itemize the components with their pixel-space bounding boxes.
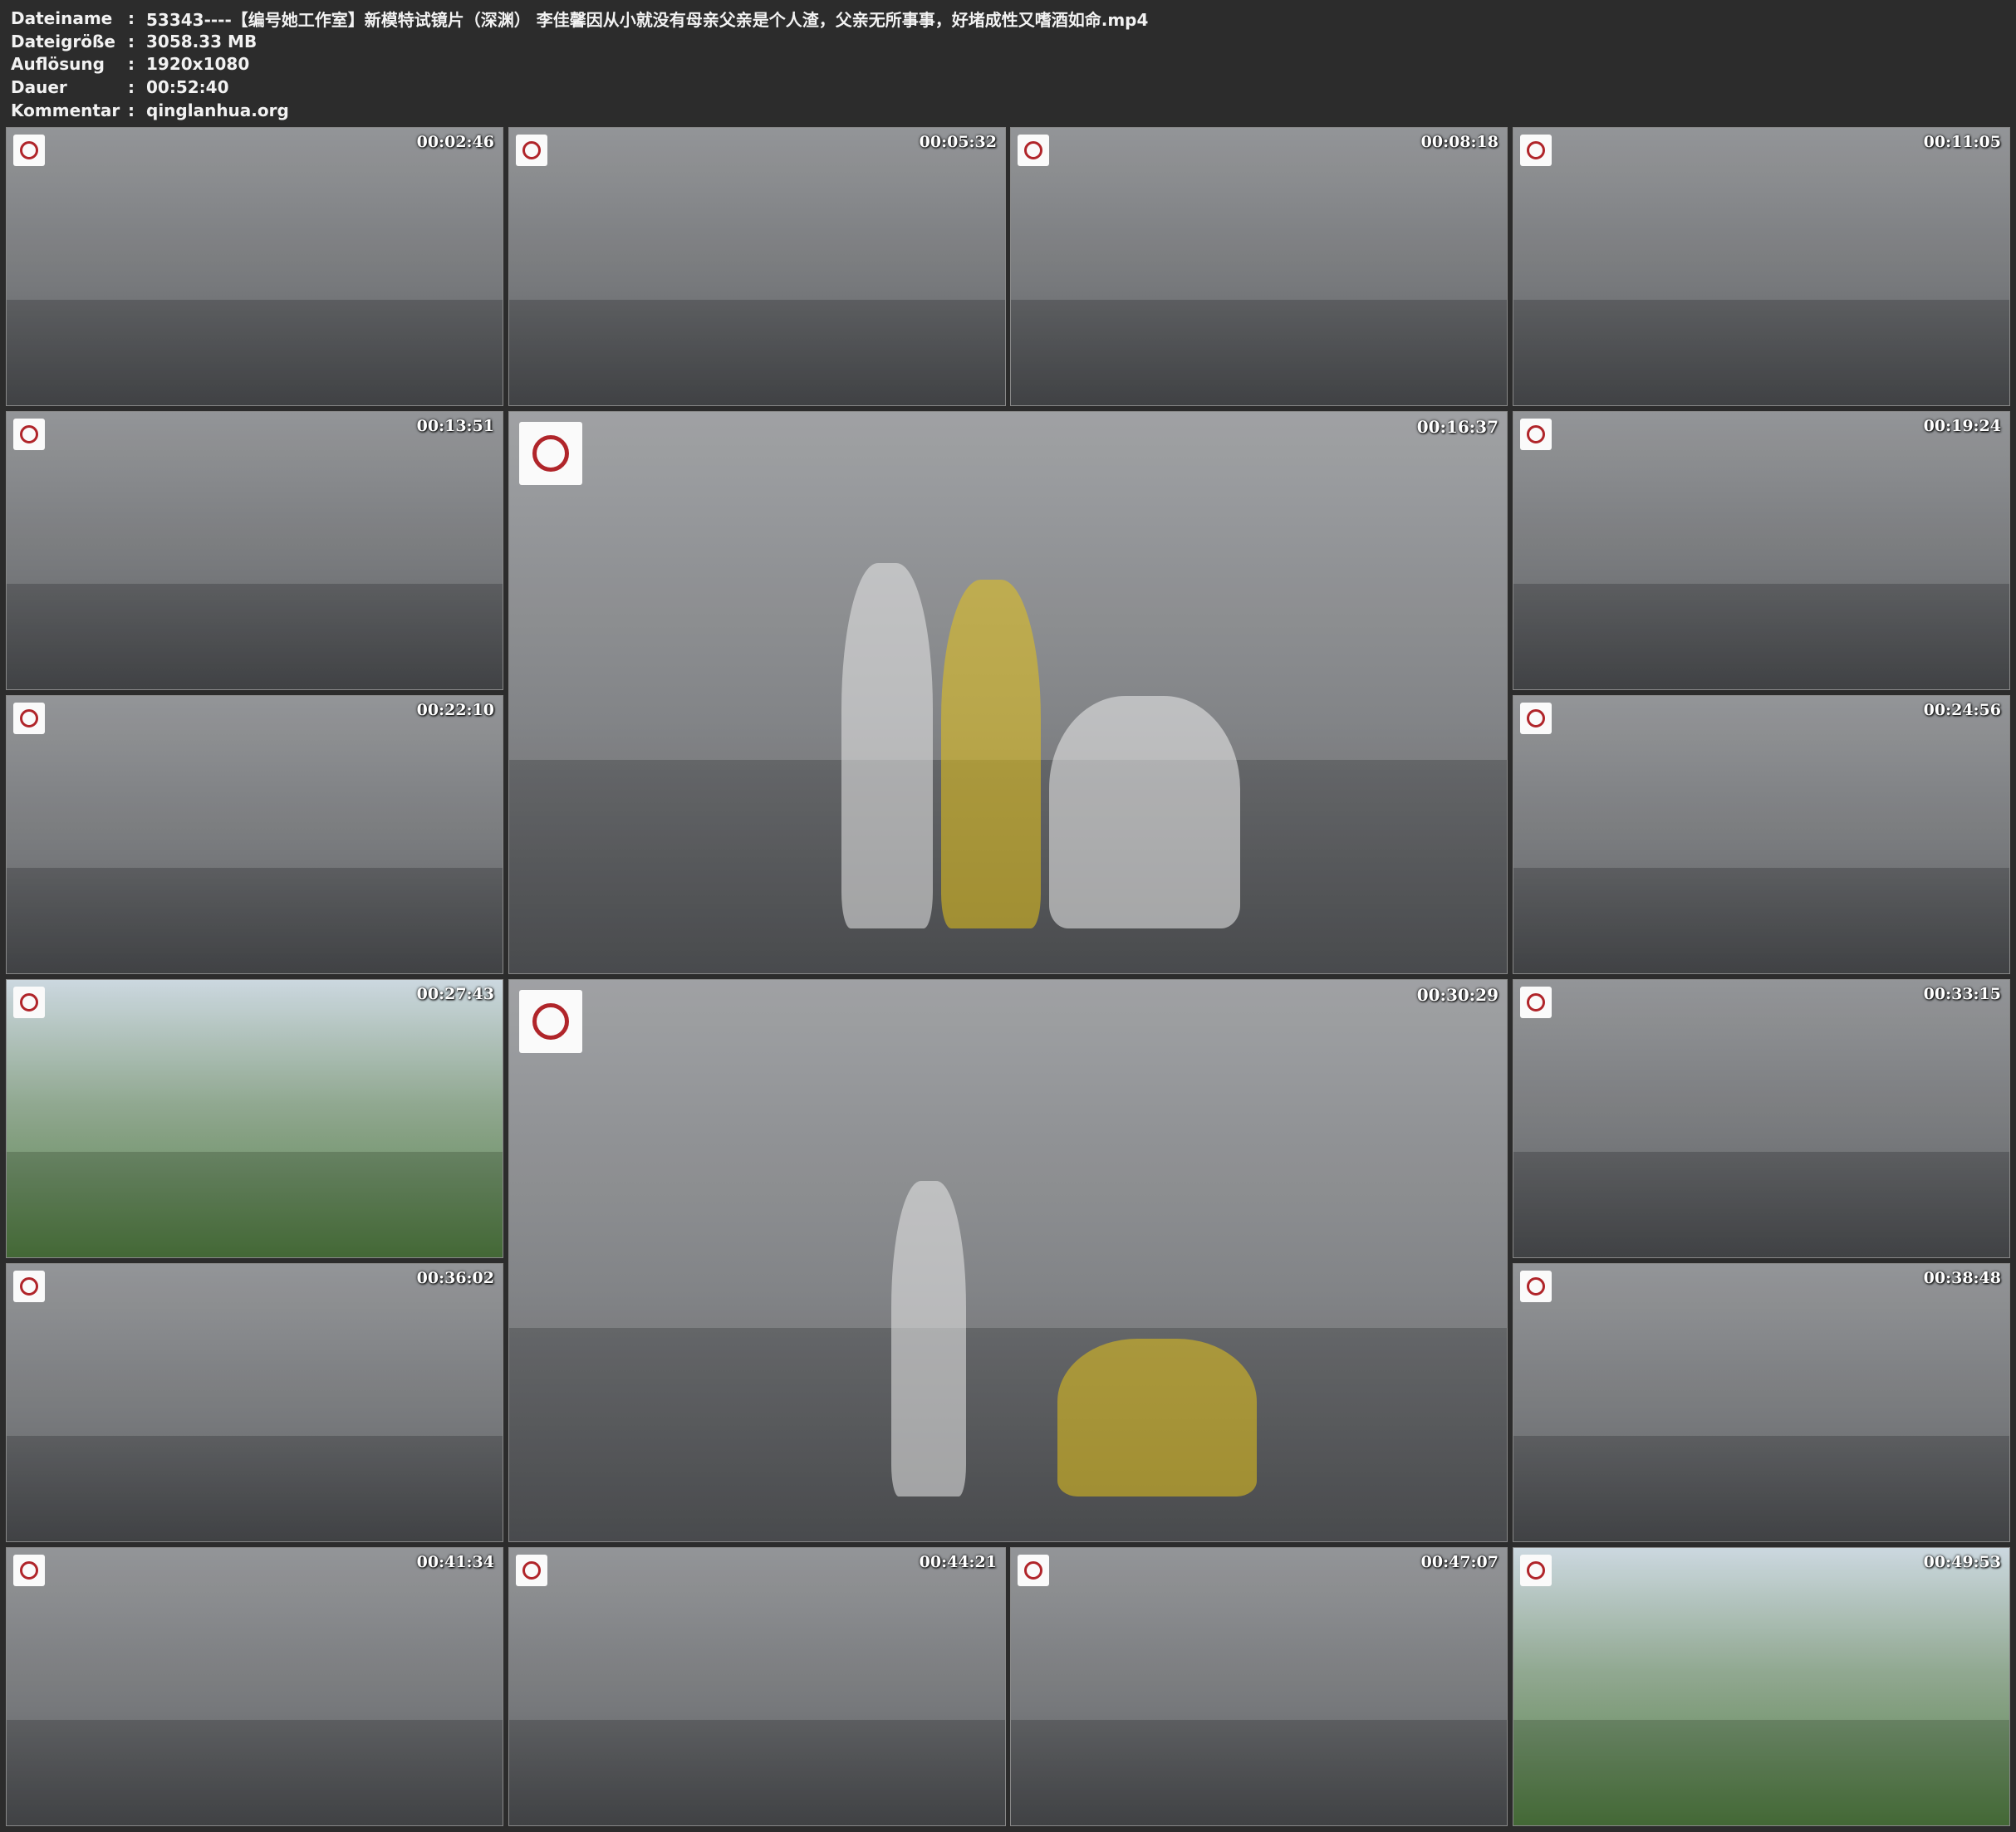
thumbnail-timestamp: 00:22:10 <box>416 701 494 719</box>
thumbnail-timestamp: 00:11:05 <box>1923 133 2001 151</box>
thumbnail-frame[interactable]: 00:44:21 <box>508 1547 1006 1826</box>
studio-logo-icon <box>1520 987 1552 1018</box>
thumbnail-frame-large[interactable]: 00:16:37 <box>508 411 1508 974</box>
studio-logo-icon <box>1018 1555 1049 1586</box>
thumbnail-scene <box>7 696 503 869</box>
thumbnail-frame[interactable]: 00:36:02 <box>6 1263 503 1542</box>
thumbnail-frame-large[interactable]: 00:30:29 <box>508 979 1508 1542</box>
thumbnail-timestamp: 00:49:53 <box>1923 1553 2001 1571</box>
thumbnail-scene <box>1011 1548 1507 1721</box>
thumbnail-timestamp: 00:30:29 <box>1416 985 1499 1005</box>
thumbnail-scene <box>1513 128 2009 301</box>
studio-logo-icon <box>13 703 45 734</box>
thumbnail-timestamp: 00:47:07 <box>1420 1553 1499 1571</box>
thumbnail-frame[interactable]: 00:22:10 <box>6 695 503 974</box>
studio-logo-icon <box>516 135 547 166</box>
studio-logo-icon <box>519 990 582 1053</box>
thumbnail-timestamp: 00:33:15 <box>1923 985 2001 1003</box>
thumbnail-timestamp: 00:36:02 <box>416 1269 494 1287</box>
thumbnail-timestamp: 00:19:24 <box>1923 417 2001 435</box>
thumbnail-frame[interactable]: 00:47:07 <box>1010 1547 1508 1826</box>
thumbnail-scene <box>7 128 503 301</box>
thumbnail-scene <box>1513 412 2009 585</box>
thumbnail-timestamp: 00:44:21 <box>919 1553 997 1571</box>
thumbnail-frame[interactable]: 00:27:43 <box>6 979 503 1258</box>
thumbnail-timestamp: 00:02:46 <box>416 133 494 151</box>
thumbnail-frame[interactable]: 00:02:46 <box>6 127 503 406</box>
thumbnail-frame[interactable]: 00:05:32 <box>508 127 1006 406</box>
thumbnail-scene <box>1011 128 1507 301</box>
studio-logo-icon <box>13 1271 45 1302</box>
thumbnail-scene <box>1513 980 2009 1153</box>
thumbnail-timestamp: 00:41:34 <box>416 1553 494 1571</box>
thumbnail-scene <box>7 1264 503 1437</box>
thumbnail-timestamp: 00:16:37 <box>1416 417 1499 437</box>
thumbnail-timestamp: 00:27:43 <box>416 985 494 1003</box>
thumbnail-timestamp: 00:38:48 <box>1923 1269 2001 1287</box>
thumbnail-timestamp: 00:08:18 <box>1420 133 1499 151</box>
thumbnail-frame[interactable]: 00:19:24 <box>1513 411 2010 690</box>
thumbnail-frame[interactable]: 00:49:53 <box>1513 1547 2010 1826</box>
studio-logo-icon <box>1520 419 1552 450</box>
thumbnail-scene <box>1513 696 2009 869</box>
studio-logo-icon <box>1520 703 1552 734</box>
studio-logo-icon <box>1520 1271 1552 1302</box>
thumbnail-frame[interactable]: 00:33:15 <box>1513 979 2010 1258</box>
studio-logo-icon <box>13 419 45 450</box>
thumbnail-grid: 00:02:46 00:05:32 00:08:18 00:11:05 00:1… <box>0 0 2016 1832</box>
thumbnail-frame[interactable]: 00:13:51 <box>6 411 503 690</box>
thumbnail-timestamp: 00:05:32 <box>919 133 997 151</box>
thumbnail-scene <box>7 412 503 585</box>
thumbnail-timestamp: 00:24:56 <box>1923 701 2001 719</box>
thumbnail-frame[interactable]: 00:41:34 <box>6 1547 503 1826</box>
studio-logo-icon <box>13 1555 45 1586</box>
thumbnail-scene <box>1513 1264 2009 1437</box>
thumbnail-scene <box>509 128 1005 301</box>
thumbnail-frame[interactable]: 00:11:05 <box>1513 127 2010 406</box>
thumbnail-scene <box>509 1548 1005 1721</box>
thumbnail-scene <box>7 980 503 1153</box>
studio-logo-icon <box>13 135 45 166</box>
thumbnail-scene <box>509 980 1507 1329</box>
studio-logo-icon <box>516 1555 547 1586</box>
studio-logo-icon <box>1520 1555 1552 1586</box>
studio-logo-icon <box>1520 135 1552 166</box>
thumbnail-frame[interactable]: 00:08:18 <box>1010 127 1508 406</box>
studio-logo-icon <box>519 422 582 485</box>
thumbnail-frame[interactable]: 00:38:48 <box>1513 1263 2010 1542</box>
thumbnail-timestamp: 00:13:51 <box>416 417 494 435</box>
thumbnail-scene <box>1513 1548 2009 1721</box>
studio-logo-icon <box>13 987 45 1018</box>
thumbnail-scene <box>7 1548 503 1721</box>
thumbnail-frame[interactable]: 00:24:56 <box>1513 695 2010 974</box>
studio-logo-icon <box>1018 135 1049 166</box>
